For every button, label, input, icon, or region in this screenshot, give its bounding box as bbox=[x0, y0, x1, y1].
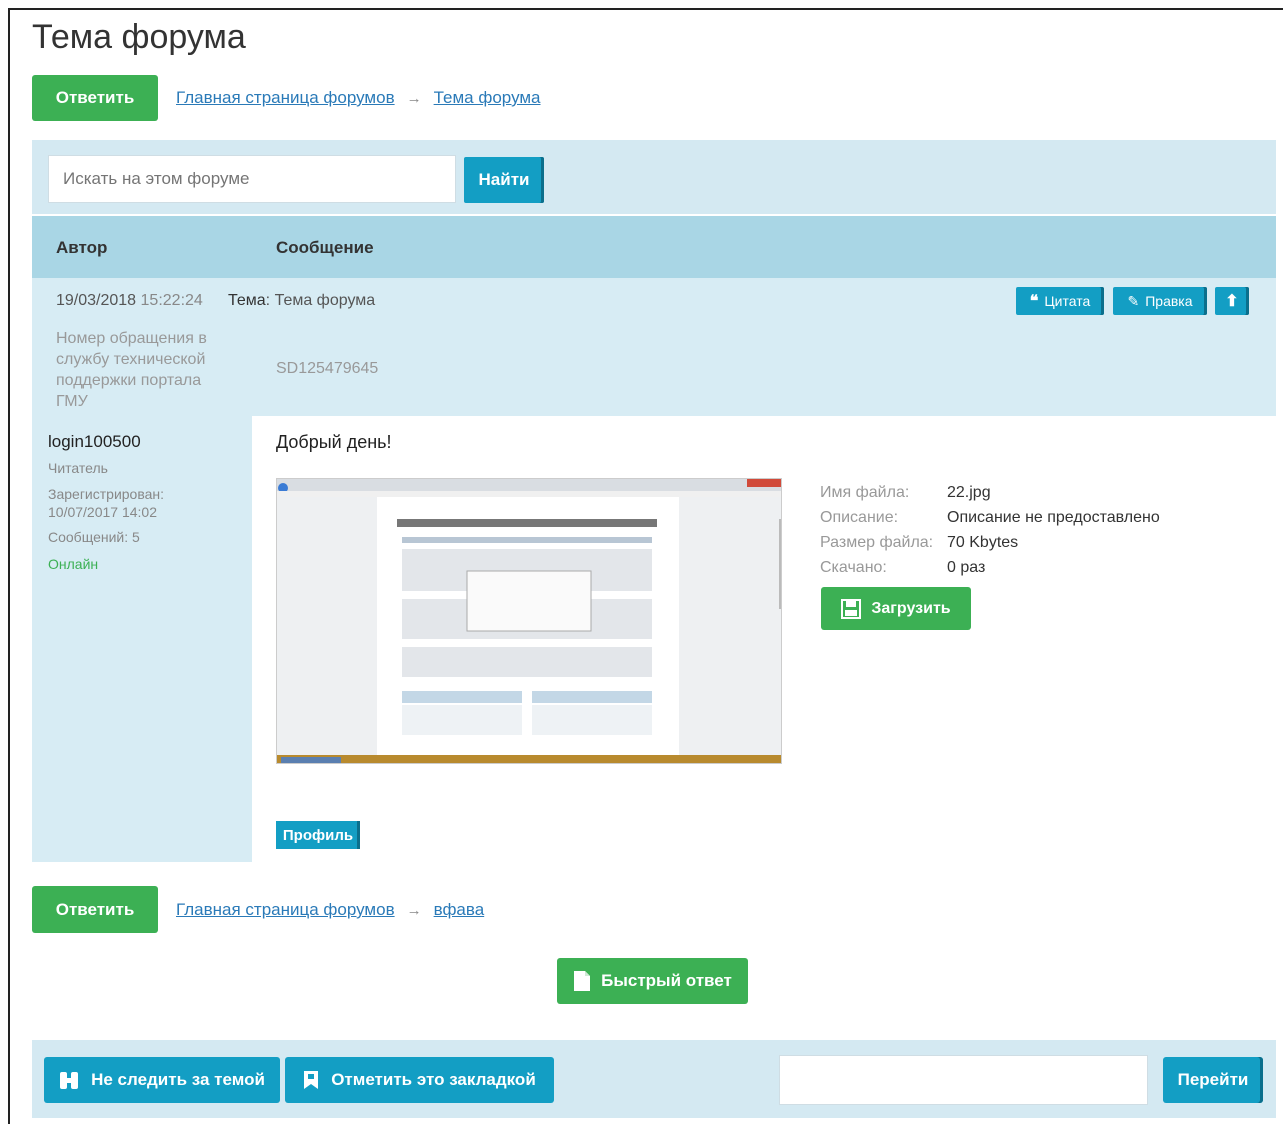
custom-field-label: Номер обращения в службу технической под… bbox=[56, 330, 207, 410]
screenshot-thumbnail-icon bbox=[277, 479, 781, 763]
bookmark-icon bbox=[304, 1071, 319, 1089]
breadcrumb-home-link[interactable]: Главная страница форумов bbox=[176, 88, 395, 108]
author-status: Онлайн bbox=[48, 556, 99, 572]
page-title: Тема форума bbox=[32, 18, 246, 56]
breadcrumb-home-link-bottom[interactable]: Главная страница форумов bbox=[176, 900, 395, 920]
edit-button[interactable]: ✎ Правка bbox=[1113, 287, 1207, 315]
attachment-info: Имя файла: 22.jpg Описание: Описание не пр… bbox=[820, 480, 1160, 580]
arrow-up-icon: ⬆ bbox=[1225, 293, 1239, 310]
post-text: Добрый день! bbox=[276, 432, 392, 452]
floppy-icon bbox=[841, 598, 862, 619]
bookmark-label: Отметить это закладкой bbox=[331, 1070, 536, 1089]
author-rank: Читатель bbox=[48, 460, 108, 476]
quote-icon: ❝ bbox=[1029, 293, 1039, 310]
file-name-label: Имя файла: bbox=[820, 484, 910, 501]
post-date: 19/03/2018 15:22:24 bbox=[56, 292, 203, 310]
unwatch-button[interactable]: Не следить за темой bbox=[44, 1057, 280, 1103]
breadcrumb-topic-link-bottom[interactable]: вфава bbox=[434, 900, 485, 920]
quick-reply-button[interactable]: Быстрый ответ bbox=[557, 958, 748, 1004]
document-icon bbox=[574, 971, 591, 991]
download-button[interactable]: Загрузить bbox=[821, 587, 971, 630]
search-input[interactable] bbox=[48, 155, 456, 203]
unwatch-label: Не следить за темой bbox=[91, 1070, 265, 1089]
jump-to-input[interactable] bbox=[779, 1055, 1148, 1105]
search-button[interactable]: Найти bbox=[464, 157, 544, 203]
column-message: Сообщение bbox=[276, 238, 374, 257]
post-time-value: 15:22:24 bbox=[140, 292, 203, 309]
file-name-value: 22.jpg bbox=[947, 484, 991, 501]
quick-reply-label: Быстрый ответ bbox=[601, 971, 732, 990]
breadcrumb-arrow-icon: → bbox=[406, 901, 422, 919]
edit-button-label: Правка bbox=[1145, 293, 1193, 309]
author-panel bbox=[32, 416, 252, 862]
breadcrumb-arrow-icon: → bbox=[406, 89, 422, 107]
post-date-value: 19/03/2018 bbox=[56, 292, 137, 309]
breadcrumb-bottom: Главная страница форумов → вфава bbox=[176, 900, 484, 920]
quote-button-label: Цитата bbox=[1044, 293, 1091, 309]
author-registered: Зарегистрирован: 10/07/2017 14:02 bbox=[48, 486, 165, 520]
topic-value: Тема форума bbox=[274, 292, 376, 309]
custom-field-value: SD125479645 bbox=[276, 360, 379, 377]
topic-label: Тема bbox=[228, 292, 266, 309]
breadcrumb-topic-link[interactable]: Тема форума bbox=[434, 88, 541, 108]
binoculars-icon bbox=[60, 1072, 79, 1089]
author-name[interactable]: login100500 bbox=[48, 432, 141, 452]
reply-button-bottom[interactable]: Ответить bbox=[32, 886, 158, 933]
bookmark-button[interactable]: Отметить это закладкой bbox=[285, 1057, 554, 1103]
scroll-top-button[interactable]: ⬆ bbox=[1215, 287, 1249, 315]
profile-button[interactable]: Профиль bbox=[276, 821, 360, 849]
author-posts: Сообщений: 5 bbox=[48, 529, 140, 545]
quote-button[interactable]: ❝ Цитата bbox=[1016, 287, 1104, 315]
download-button-label: Загрузить bbox=[871, 599, 951, 617]
file-downloads-value: 0 раз bbox=[947, 559, 986, 576]
file-downloads-label: Скачано: bbox=[820, 559, 887, 576]
pencil-icon: ✎ bbox=[1127, 292, 1140, 309]
file-size-value: 70 Kbytes bbox=[947, 534, 1019, 551]
attachment-image[interactable] bbox=[276, 478, 782, 764]
file-size-label: Размер файла: bbox=[820, 534, 934, 551]
jump-button[interactable]: Перейти bbox=[1163, 1057, 1263, 1103]
table-header bbox=[32, 216, 1276, 278]
column-author: Автор bbox=[56, 238, 108, 257]
post-topic: Тема: Тема форума bbox=[228, 292, 376, 309]
file-desc-value: Описание не предоставлено bbox=[947, 509, 1160, 526]
file-desc-label: Описание: bbox=[820, 509, 899, 526]
reply-button-top[interactable]: Ответить bbox=[32, 75, 158, 121]
breadcrumb-top: Главная страница форумов → Тема форума bbox=[176, 88, 541, 108]
